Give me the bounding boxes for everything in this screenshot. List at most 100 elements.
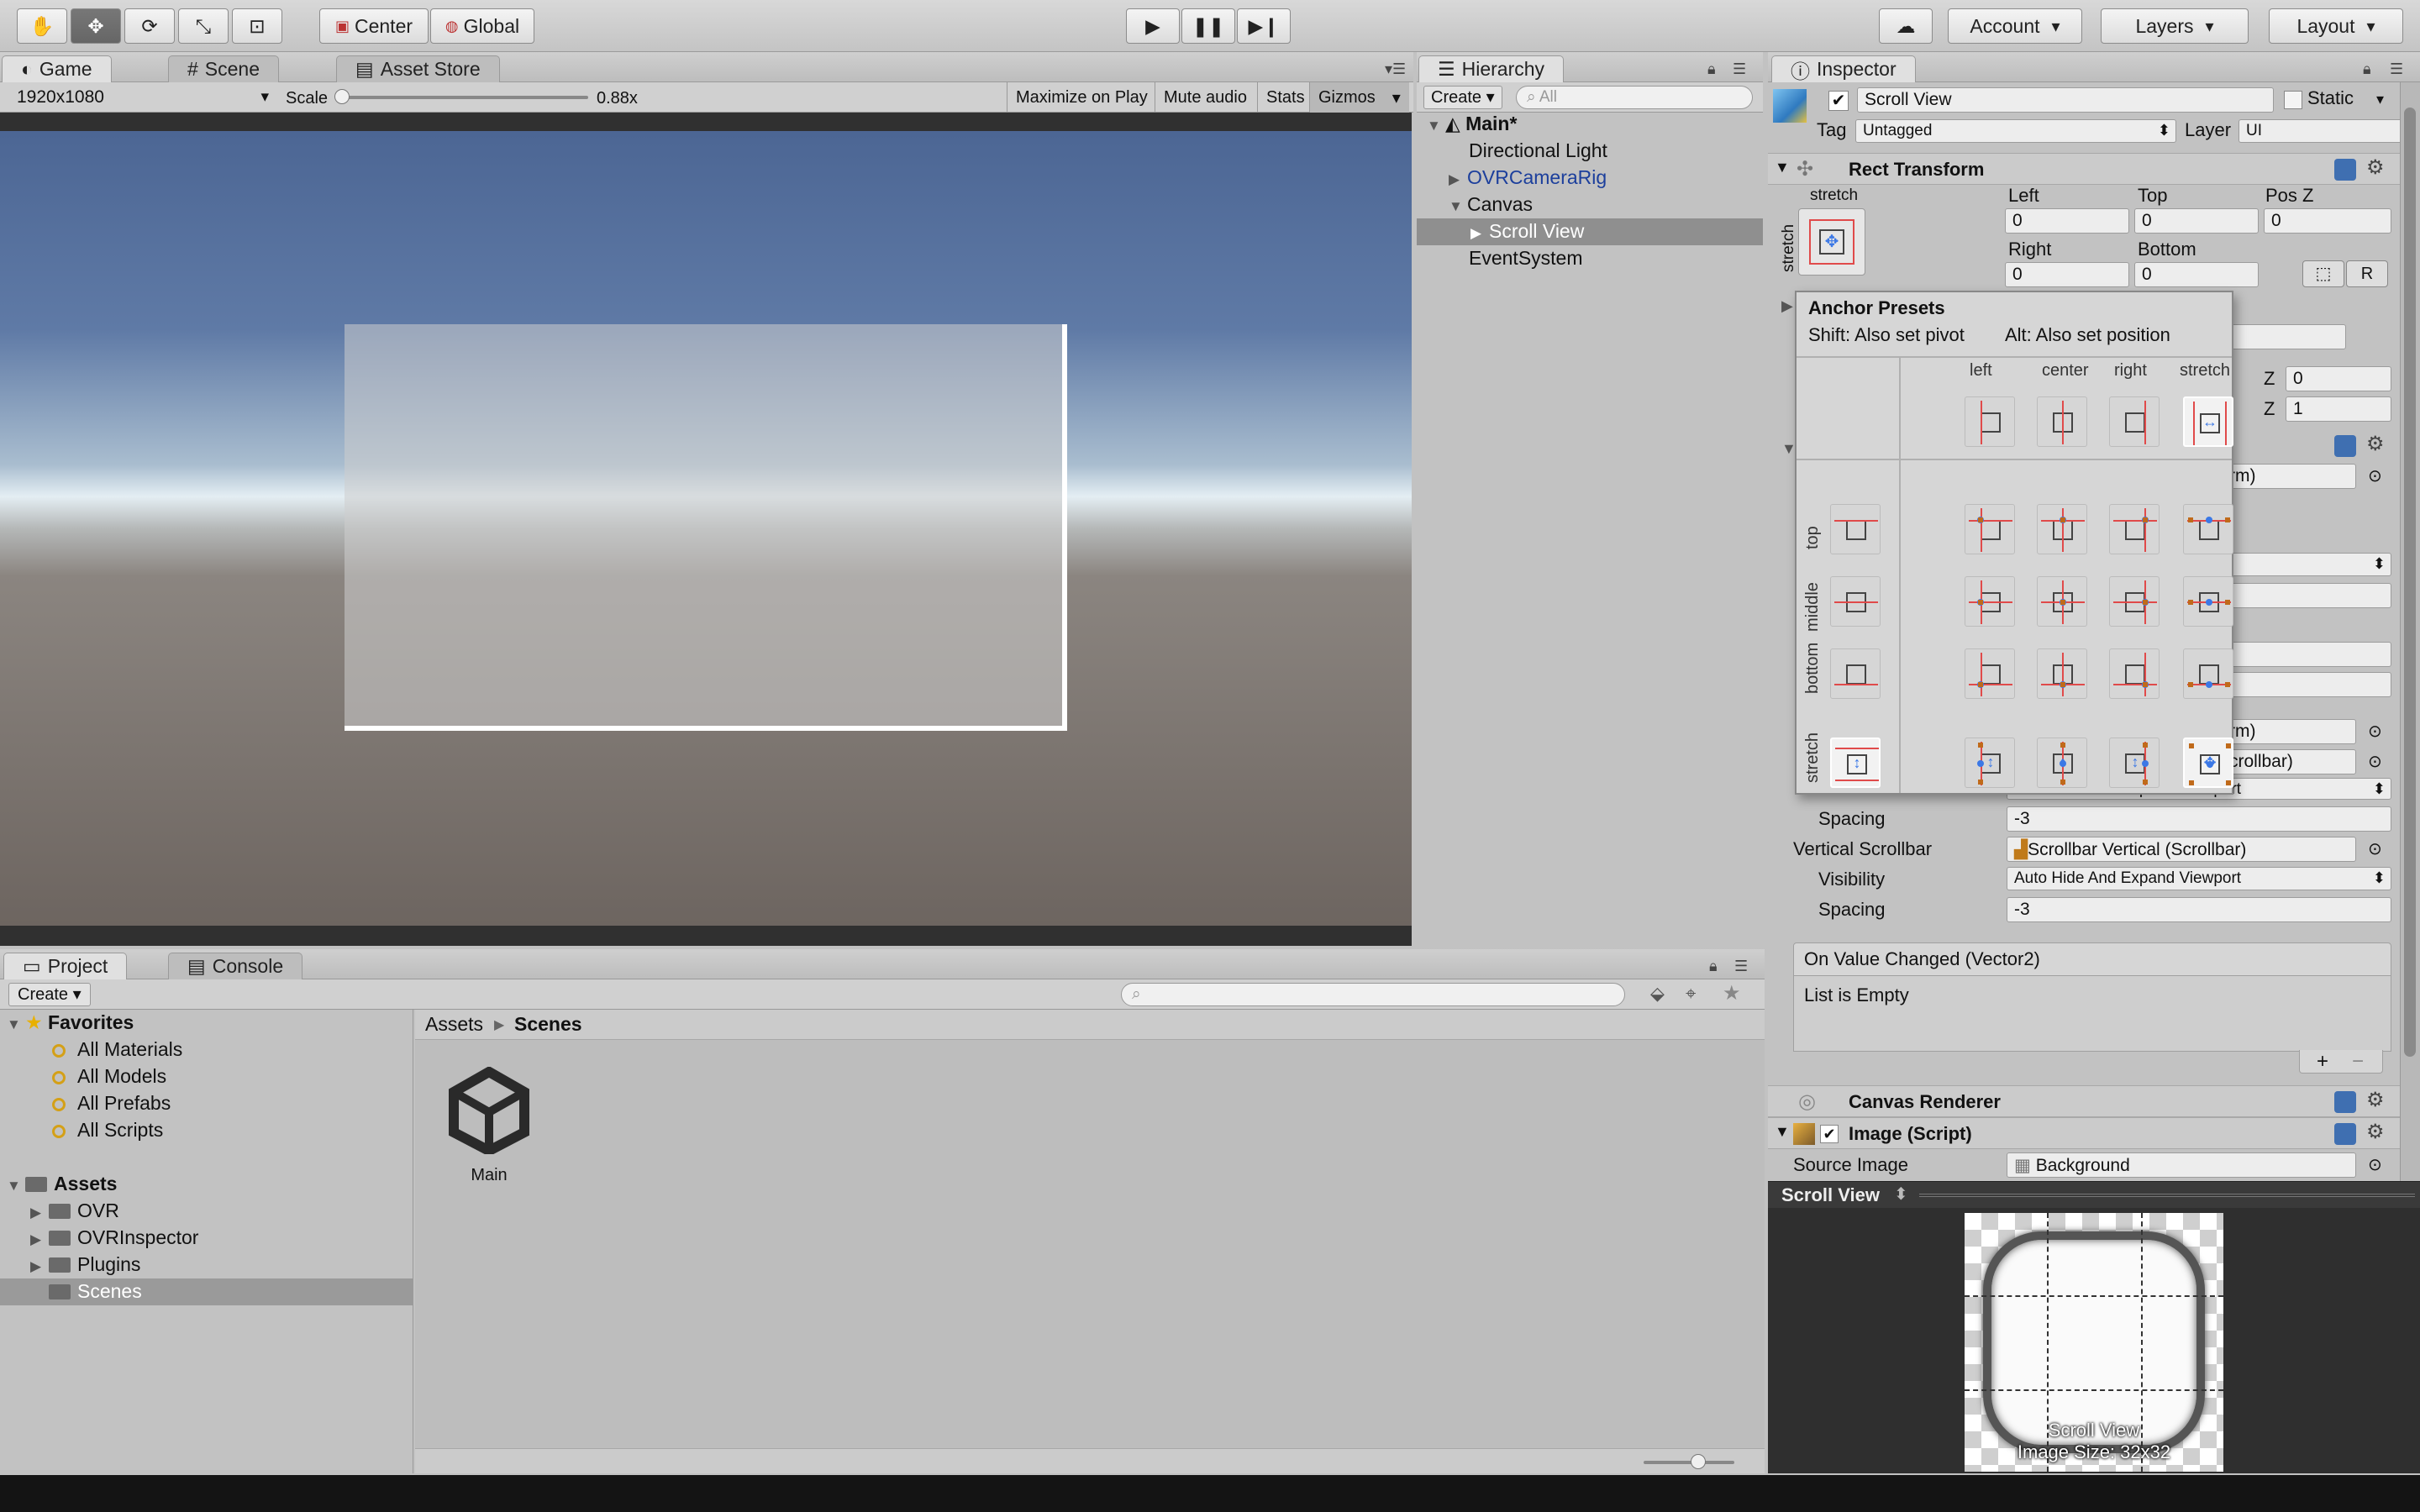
step-button[interactable]: ▶❙ — [1237, 8, 1291, 44]
gear-icon[interactable]: ⚙ — [2366, 432, 2385, 456]
anchor-preset-stretch-horizontal[interactable]: ↔ — [2183, 396, 2233, 447]
favorite-all-prefabs[interactable]: All Prefabs — [52, 1092, 171, 1115]
source-image-field[interactable]: ▦ Background — [2007, 1152, 2356, 1178]
anchor-preset-bottom-left[interactable] — [1965, 648, 2015, 699]
pivot-global-button[interactable]: ◍ Global — [430, 8, 534, 44]
pause-button[interactable]: ❚❚ — [1181, 8, 1235, 44]
object-picker-icon[interactable]: ⊙ — [2368, 838, 2382, 859]
anchor-preset-stretch-vertical[interactable]: ↕ — [1830, 738, 1881, 788]
anchors-foldout-icon[interactable]: ▶ — [1781, 297, 1793, 315]
tab-game[interactable]: ◐ Game — [2, 55, 112, 82]
move-tool-button[interactable]: ✥ — [71, 8, 121, 44]
project-menu-icon[interactable]: ☰ — [1734, 958, 1748, 975]
favorite-all-materials[interactable]: All Materials — [52, 1038, 182, 1061]
raw-edit-button[interactable]: R — [2346, 260, 2388, 287]
anchor-preset-bottom-center[interactable] — [2037, 648, 2087, 699]
h-spacing-input[interactable]: -3 — [2007, 806, 2391, 832]
static-checkbox[interactable] — [2284, 91, 2302, 109]
layer-dropdown[interactable]: UI — [2238, 119, 2420, 143]
favorite-all-models[interactable]: All Models — [52, 1065, 166, 1088]
v-spacing-input[interactable]: -3 — [2007, 897, 2391, 922]
gear-icon[interactable]: ⚙ — [2366, 155, 2385, 180]
anchor-preset-top-right[interactable] — [2109, 504, 2160, 554]
blueprint-mode-button[interactable]: ⬚ — [2302, 260, 2344, 287]
remove-event-icon[interactable]: − — [2352, 1050, 2364, 1074]
project-lock-icon[interactable]: 🔒︎ — [1709, 958, 1718, 975]
active-checkbox[interactable]: ✔ — [1828, 91, 1849, 111]
vertical-visibility-dropdown[interactable]: Auto Hide And Expand Viewport — [2007, 867, 2391, 890]
preview-drag-handle[interactable] — [1919, 1194, 2415, 1197]
layers-dropdown[interactable]: Layers — [2101, 8, 2249, 44]
hierarchy-menu-icon[interactable]: ☰ — [1733, 60, 1746, 78]
inspector-lock-icon[interactable]: 🔒︎ — [2363, 60, 2371, 78]
inspector-scrollbar[interactable] — [2400, 82, 2420, 1181]
play-button[interactable]: ▶ — [1126, 8, 1180, 44]
movement-type-dropdown[interactable] — [2222, 553, 2391, 576]
tab-hierarchy[interactable]: ☰ Hierarchy — [1418, 55, 1565, 82]
anchor-preset-stretch-stretch[interactable]: ✥ — [2183, 738, 2233, 788]
scene-asset-main[interactable] — [445, 1066, 533, 1157]
image-script-header[interactable]: ▼ ✔ Image (Script) ⚙ — [1768, 1117, 2400, 1149]
object-name-input[interactable]: Scroll View — [1857, 87, 2274, 113]
top-input[interactable]: 0 — [2134, 208, 2259, 234]
anchor-preset-top-center[interactable] — [2037, 504, 2087, 554]
favorite-star-icon[interactable]: ★ — [1723, 981, 1741, 1005]
viewport-field[interactable]: rm) — [2222, 719, 2356, 744]
hierarchy-item-directional-light[interactable]: Directional Light — [1469, 139, 1607, 162]
hierarchy-search-input[interactable]: ⌕ All — [1516, 86, 1753, 109]
icon-size-slider[interactable] — [1644, 1461, 1734, 1464]
anchor-preset-stretch-center[interactable]: ↕ — [2037, 738, 2087, 788]
anchor-preset-top[interactable] — [1830, 504, 1881, 554]
anchor-preset-bottom-stretch[interactable] — [2183, 648, 2233, 699]
rotation-z-input[interactable]: 0 — [2286, 366, 2391, 391]
icon-size-slider-knob[interactable] — [1691, 1454, 1706, 1469]
account-dropdown[interactable]: Account — [1948, 8, 2082, 44]
folder-ovr[interactable]: ▶ OVR — [30, 1200, 119, 1222]
hierarchy-item-canvas[interactable]: ▼ Canvas — [1449, 193, 1533, 216]
favorite-all-scripts[interactable]: All Scripts — [52, 1119, 163, 1142]
right-input[interactable]: 0 — [2005, 262, 2129, 287]
left-input[interactable]: 0 — [2005, 208, 2129, 234]
assets-folder[interactable]: ▼ Assets — [7, 1173, 117, 1195]
filter-by-label-icon[interactable]: ⌖ — [1686, 983, 1696, 1005]
scene-root[interactable]: ▼ ◭ Main* — [1427, 113, 1517, 135]
tab-asset-store[interactable]: ▤ Asset Store — [336, 55, 500, 82]
hierarchy-lock-icon[interactable]: 🔒︎ — [1707, 60, 1716, 78]
maximize-on-play-button[interactable]: Maximize on Play — [1007, 82, 1156, 113]
rotate-tool-button[interactable]: ⟳ — [124, 8, 175, 44]
anchor-preset-top-stretch[interactable] — [2183, 504, 2233, 554]
mute-audio-button[interactable]: Mute audio — [1155, 82, 1255, 113]
hand-tool-button[interactable]: ✋ — [17, 8, 67, 44]
project-create-dropdown[interactable]: Create ▾ — [8, 983, 91, 1006]
bottom-input[interactable]: 0 — [2134, 262, 2259, 287]
content-field[interactable]: rm) — [2222, 464, 2356, 489]
inspector-scrollbar-thumb[interactable] — [2404, 108, 2416, 1057]
object-picker-icon[interactable]: ⊙ — [2368, 721, 2382, 742]
static-dropdown-icon[interactable]: ▾ — [2376, 91, 2384, 108]
stats-button[interactable]: Stats — [1257, 82, 1313, 113]
hidden-field-1[interactable] — [2218, 324, 2346, 349]
breadcrumb-assets[interactable]: Assets — [425, 1013, 483, 1036]
game-view[interactable] — [0, 131, 1412, 926]
layout-dropdown[interactable]: Layout — [2269, 8, 2403, 44]
object-picker-icon[interactable]: ⊙ — [2368, 465, 2382, 486]
rect-transform-header[interactable]: ▼ ✣ Rect Transform ⚙ — [1768, 153, 2400, 185]
scale-slider-track[interactable] — [341, 96, 588, 99]
anchor-preset-right[interactable] — [2109, 396, 2160, 447]
elasticity-input[interactable] — [2222, 583, 2391, 608]
scroll-sensitivity-input[interactable] — [2222, 672, 2391, 697]
anchor-preset-center[interactable] — [2037, 396, 2087, 447]
posz-input[interactable]: 0 — [2264, 208, 2391, 234]
inspector-menu-icon[interactable]: ☰ — [2390, 60, 2403, 78]
preview-header[interactable]: Scroll View ⬍ — [1768, 1181, 2420, 1208]
filter-by-type-icon[interactable]: ⬙ — [1650, 983, 1665, 1005]
gear-icon[interactable]: ⚙ — [2366, 1120, 2385, 1144]
object-picker-icon[interactable]: ⊙ — [2368, 751, 2382, 772]
help-book-icon[interactable] — [2334, 1123, 2356, 1145]
folder-plugins[interactable]: ▶ Plugins — [30, 1253, 140, 1276]
folder-ovrinspector[interactable]: ▶ OVRInspector — [30, 1226, 198, 1249]
anchor-preset-middle-right[interactable] — [2109, 576, 2160, 627]
breadcrumb-scenes[interactable]: Scenes — [514, 1013, 582, 1036]
anchor-preset-bottom-right[interactable] — [2109, 648, 2160, 699]
gear-icon[interactable]: ⚙ — [2366, 1088, 2385, 1112]
